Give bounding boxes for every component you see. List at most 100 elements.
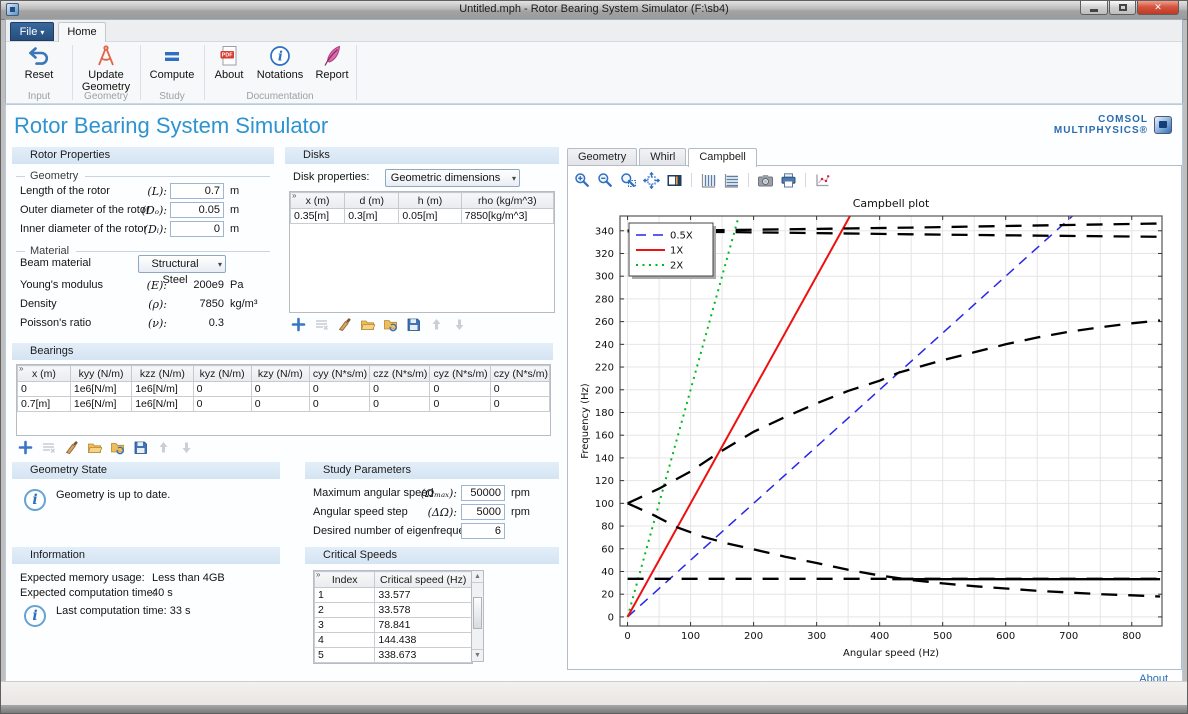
table-cell[interactable]: 0.05[m] [399, 209, 461, 224]
table-cell[interactable]: 2 [315, 603, 375, 618]
critical-speeds-table[interactable]: »IndexCritical speed (Hz)133.577233.5783… [313, 570, 473, 664]
table-cell[interactable]: 0 [490, 382, 549, 397]
table-row[interactable]: 233.578 [315, 603, 472, 618]
scroll-up-icon[interactable]: ▲ [472, 571, 483, 583]
grid-y-icon[interactable] [700, 172, 717, 189]
maximize-button[interactable] [1109, 1, 1136, 15]
zoom-extents-icon[interactable] [643, 172, 660, 189]
group-label-geometry: Geometry [72, 91, 140, 102]
table-cell[interactable]: 7850[kg/m^3] [461, 209, 553, 224]
info-icon: i [24, 489, 46, 511]
disk-properties-dropdown[interactable]: Geometric dimensions ▾ [385, 169, 520, 187]
table-cell[interactable]: 0 [430, 397, 490, 412]
main-content: Rotor Bearing System Simulator COMSOL MU… [5, 104, 1183, 682]
table-cell[interactable]: 1e6[N/m] [70, 397, 131, 412]
table-scrollbar[interactable]: ▲ ▼ [471, 570, 484, 662]
table-cell[interactable]: 0.7[m] [18, 397, 71, 412]
rotor-properties-section: Rotor Properties Geometry Length of the … [12, 147, 274, 339]
folder-open-icon[interactable] [360, 317, 375, 332]
scrollbar-thumb[interactable] [473, 597, 482, 629]
table-cell[interactable]: 0 [370, 382, 430, 397]
table-cell[interactable]: 0 [193, 397, 251, 412]
table-row[interactable]: 5338.673 [315, 648, 472, 663]
section-header: Geometry State [12, 462, 280, 479]
table-cell[interactable]: 0 [490, 397, 549, 412]
folder-load-icon[interactable] [110, 440, 125, 455]
scroll-down-icon[interactable]: ▼ [472, 649, 483, 661]
table-cell[interactable]: 0.35[m] [291, 209, 345, 224]
svg-text:60: 60 [601, 544, 614, 555]
grid-x-icon[interactable] [723, 172, 740, 189]
tab-campbell[interactable]: Campbell [688, 148, 756, 167]
column-header: »Index [315, 572, 375, 588]
table-row[interactable]: 378.841 [315, 618, 472, 633]
add-icon[interactable] [291, 317, 306, 332]
group-label-documentation: Documentation [204, 91, 356, 102]
svg-text:80: 80 [601, 522, 614, 533]
add-icon[interactable] [18, 440, 33, 455]
table-cell[interactable]: 1e6[N/m] [132, 397, 193, 412]
table-cell[interactable]: 0 [309, 397, 369, 412]
table-cell[interactable]: 144.438 [375, 633, 472, 648]
table-cell[interactable]: 1e6[N/m] [132, 382, 193, 397]
table-cell[interactable]: 3 [315, 618, 375, 633]
table-cell[interactable]: 338.673 [375, 648, 472, 663]
close-button[interactable]: ✕ [1137, 1, 1179, 15]
save-icon[interactable] [406, 317, 421, 332]
snapshot-icon[interactable] [757, 172, 774, 189]
table-cell[interactable]: 4 [315, 633, 375, 648]
section-header: Critical Speeds [305, 547, 559, 564]
tab-home[interactable]: Home [58, 22, 106, 42]
brush-icon[interactable] [64, 440, 79, 455]
campbell-plot[interactable]: 0100200300400500600700800020406080100120… [574, 192, 1174, 664]
beam-material-dropdown[interactable]: Structural Steel ▾ [138, 255, 226, 273]
zoom-out-icon[interactable] [597, 172, 614, 189]
bearings-table[interactable]: »x (m)kyy (N/m)kzz (N/m)kyz (N/m)kzy (N/… [16, 364, 551, 436]
status-bar [1, 681, 1187, 705]
scene-icon[interactable] [666, 172, 683, 189]
table-cell[interactable]: 33.578 [375, 603, 472, 618]
title-bar[interactable]: Untitled.mph - Rotor Bearing System Simu… [1, 1, 1187, 20]
table-cell[interactable]: 78.841 [375, 618, 472, 633]
table-cell[interactable]: 0 [370, 397, 430, 412]
table-cell[interactable]: 0.3[m] [345, 209, 399, 224]
table-cell[interactable]: 0 [193, 382, 251, 397]
table-cell[interactable]: 0 [251, 382, 309, 397]
svg-text:100: 100 [681, 631, 700, 642]
max-angular-speed-input[interactable] [461, 485, 505, 501]
table-cell[interactable]: 5 [315, 648, 375, 663]
zoom-in-icon[interactable] [574, 172, 591, 189]
folder-open-icon[interactable] [87, 440, 102, 455]
disks-table[interactable]: »x (m)d (m)h (m)rho (kg/m^3)0.35[m]0.3[m… [289, 191, 555, 313]
table-cell[interactable]: 0 [430, 382, 490, 397]
save-icon[interactable] [133, 440, 148, 455]
brush-icon[interactable] [337, 317, 352, 332]
minimize-button[interactable] [1080, 1, 1108, 15]
table-row[interactable]: 0.7[m]1e6[N/m]1e6[N/m]000000 [18, 397, 550, 412]
plot-settings-icon[interactable] [814, 172, 831, 189]
file-menu-button[interactable]: File ▾ [10, 22, 54, 41]
table-row[interactable]: 133.577 [315, 588, 472, 603]
table-cell[interactable]: 1 [315, 588, 375, 603]
column-header: cyz (N*s/m) [430, 366, 490, 382]
eigenfrequency-count-input[interactable] [461, 523, 505, 539]
table-row[interactable]: 01e6[N/m]1e6[N/m]000000 [18, 382, 550, 397]
table-cell[interactable]: 33.577 [375, 588, 472, 603]
table-cell[interactable]: 0 [309, 382, 369, 397]
table-cell[interactable]: 1e6[N/m] [70, 382, 131, 397]
table-row[interactable]: 4144.438 [315, 633, 472, 648]
graphics-toolbar [574, 170, 831, 190]
table-cell[interactable]: 0 [251, 397, 309, 412]
angular-speed-step-input[interactable] [461, 504, 505, 520]
zoom-box-icon[interactable] [620, 172, 637, 189]
print-icon[interactable] [780, 172, 797, 189]
rotor-inner-diameter-input[interactable] [170, 221, 224, 237]
column-header: d (m) [345, 193, 399, 209]
column-header: »x (m) [291, 193, 345, 209]
table-row[interactable]: 0.35[m]0.3[m]0.05[m]7850[kg/m^3] [291, 209, 554, 224]
folder-load-icon[interactable] [383, 317, 398, 332]
window-bottom-border [1, 705, 1187, 713]
rotor-outer-diameter-input[interactable] [170, 202, 224, 218]
rotor-length-input[interactable] [170, 183, 224, 199]
table-cell[interactable]: 0 [18, 382, 71, 397]
